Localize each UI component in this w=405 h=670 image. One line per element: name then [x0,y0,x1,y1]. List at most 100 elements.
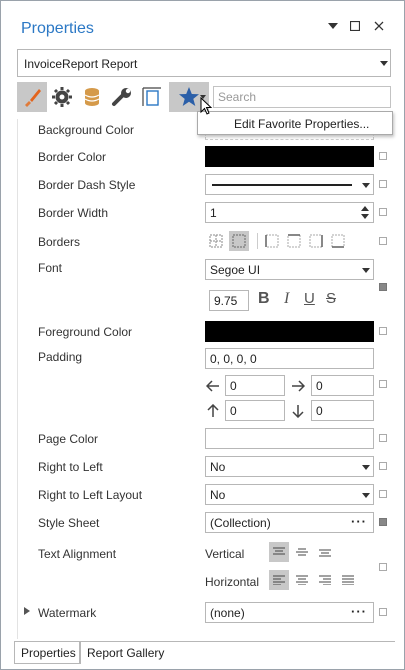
border-dash-style-favorite-checkbox[interactable] [379,180,387,188]
watermark-field[interactable]: (none) ··· [205,602,374,623]
style-sheet-field[interactable]: (Collection) ··· [205,512,374,533]
border-right-icon[interactable] [309,234,323,248]
maximize-button[interactable] [345,16,365,36]
border-color-swatch[interactable] [205,146,374,167]
right-to-left-layout-combo[interactable]: No [205,484,374,505]
window-title: Properties [21,20,94,37]
borders-favorite-checkbox[interactable] [379,237,387,245]
title-bar: Properties [1,1,404,41]
brush-icon [25,89,41,107]
align-middle-button[interactable] [292,542,312,562]
font-favorite-checkbox[interactable] [379,283,387,291]
text-alignment-favorite-checkbox[interactable] [379,563,387,571]
page-color-favorite-checkbox[interactable] [379,434,387,442]
right-to-left-layout-label: Right to Left Layout [38,488,143,502]
border-dash-style-label: Border Dash Style [38,178,136,192]
padding-label: Padding [38,350,83,364]
border-color-label: Border Color [38,150,107,164]
right-to-left-favorite-checkbox[interactable] [379,462,387,470]
font-size-field[interactable]: 9.75 [209,290,249,311]
ellipsis-icon[interactable]: ··· [351,604,367,619]
search-box[interactable] [213,86,391,108]
align-right-button[interactable] [315,570,335,590]
watermark-favorite-checkbox[interactable] [379,608,387,616]
toolbar-separator [257,233,258,249]
align-middle-icon [296,548,308,556]
padding-left-field[interactable]: 0 [225,375,285,396]
align-left-button[interactable] [269,570,289,590]
data-tool[interactable] [77,82,107,112]
padding-left-value: 0 [230,379,237,393]
border-color-favorite-checkbox[interactable] [379,152,387,160]
behavior-tool[interactable] [47,82,77,112]
border-width-spinner[interactable]: 1 [205,202,374,223]
align-top-button[interactable] [269,542,289,562]
object-selector-combo[interactable]: InvoiceReport Report [17,49,391,77]
style-sheet-label: Style Sheet [38,516,100,530]
foreground-color-favorite-checkbox[interactable] [379,327,387,335]
align-bottom-icon [319,549,331,557]
chevron-down-icon [362,183,370,188]
italic-button[interactable]: I [284,290,289,308]
category-toolbar [17,82,211,114]
right-to-left-layout-favorite-checkbox[interactable] [379,490,387,498]
appearance-tool[interactable] [17,82,47,112]
bold-button[interactable]: B [258,290,270,308]
border-width-favorite-checkbox[interactable] [379,208,387,216]
layout-tool[interactable] [137,82,167,112]
border-none-button[interactable] [229,231,249,251]
tab-report-gallery[interactable]: Report Gallery [80,642,170,664]
padding-field[interactable]: 0, 0, 0, 0 [205,348,374,369]
bottom-tab-strip: Properties Report Gallery [14,641,395,664]
align-justify-button[interactable] [338,570,358,590]
border-all-icon[interactable] [209,234,223,248]
border-top-icon[interactable] [287,234,301,248]
padding-bottom-field[interactable]: 0 [311,400,374,421]
border-none-icon [232,234,246,248]
align-center-icon [296,575,308,585]
foreground-color-swatch[interactable] [205,321,374,342]
database-icon [84,88,100,106]
style-sheet-value: (Collection) [210,516,271,530]
foreground-color-label: Foreground Color [38,325,133,339]
borders-label: Borders [38,235,81,249]
padding-right-field[interactable]: 0 [311,375,374,396]
underline-button[interactable]: U [304,290,315,307]
page-color-label: Page Color [38,432,99,446]
spin-up-down-icon[interactable] [361,205,369,220]
ellipsis-icon[interactable]: ··· [351,514,367,529]
border-left-icon[interactable] [265,234,279,248]
borders-button-group [207,231,351,251]
object-selector-value: InvoiceReport Report [24,57,138,71]
align-center-button[interactable] [292,570,312,590]
properties-window: Properties InvoiceReport Report Search E… [0,0,405,670]
arrow-left-icon [206,380,219,392]
border-dash-style-combo[interactable] [205,174,374,195]
edit-favorite-properties-item[interactable]: Edit Favorite Properties... [234,117,369,131]
font-label: Font [38,261,63,275]
padding-right-value: 0 [316,379,323,393]
right-to-left-combo[interactable]: No [205,456,374,477]
background-color-label: Background Color [38,123,135,137]
padding-top-field[interactable]: 0 [225,400,285,421]
tab-properties[interactable]: Properties [14,642,80,664]
solid-line-icon [212,184,352,186]
chevron-down-icon [362,493,370,498]
page-color-field[interactable] [205,428,374,449]
layout-icon [142,87,161,106]
padding-favorite-checkbox[interactable] [379,380,387,388]
search-input[interactable] [214,87,390,107]
style-sheet-favorite-checkbox[interactable] [379,518,387,526]
border-bottom-icon[interactable] [331,234,345,248]
chevron-down-icon [380,61,388,66]
close-button[interactable] [369,16,389,36]
pin-dropdown-button[interactable] [323,16,343,36]
padding-bottom-value: 0 [316,404,323,418]
strikeout-button[interactable]: S [326,290,336,307]
padding-value: 0, 0, 0, 0 [210,352,257,366]
watermark-value: (none) [210,606,245,620]
design-tool[interactable] [107,82,137,112]
align-bottom-button[interactable] [315,542,335,562]
font-name-combo[interactable]: Segoe UI [205,259,374,280]
expand-arrow-icon[interactable] [24,607,30,615]
